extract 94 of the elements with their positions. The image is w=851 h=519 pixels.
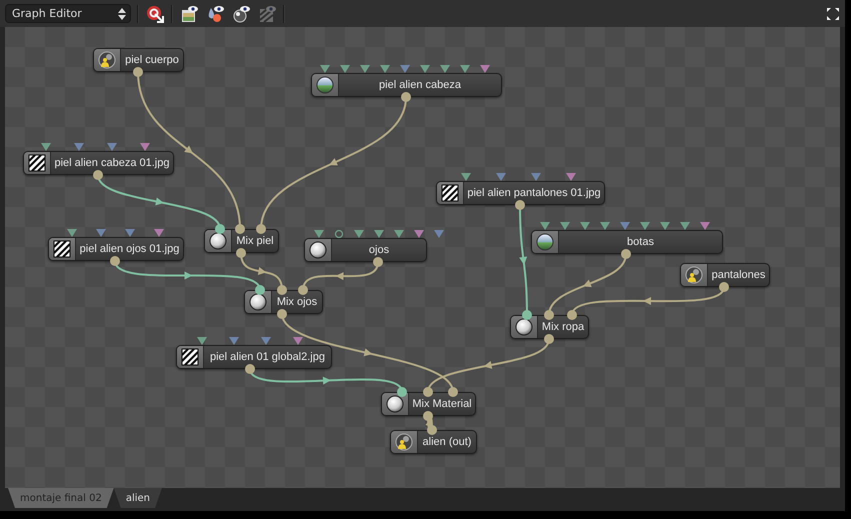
input-socket[interactable] [423, 387, 433, 397]
socket-triangle-icon [461, 173, 471, 181]
up-down-arrows-icon [118, 8, 126, 20]
graph-node[interactable]: Mix Material [381, 392, 476, 416]
toolbar-button[interactable] [231, 4, 251, 24]
node-label: piel alien 01 global2.jpg [209, 350, 326, 365]
output-socket[interactable] [133, 67, 143, 77]
output-socket[interactable] [515, 200, 525, 210]
sphere-icon [515, 318, 533, 336]
striped-square-icon [181, 348, 199, 366]
sphere-icon [209, 232, 227, 250]
node-label: piel cuerpo [124, 53, 180, 68]
striped-square-eye-icon [258, 4, 276, 22]
socket-triangle-icon [229, 337, 239, 345]
socket-triangle-icon [531, 173, 541, 181]
node-label: piel alien cabeza 01.jpg [54, 156, 170, 171]
sphere-icon [249, 293, 267, 311]
output-socket[interactable] [245, 364, 255, 374]
drops-eye-icon [206, 4, 224, 22]
output-socket[interactable] [401, 92, 411, 102]
graph-node[interactable]: piel alien pantalones 01.jpg [436, 181, 605, 205]
graph-node[interactable]: piel alien 01 global2.jpg [176, 345, 332, 369]
socket-triangle-icon [140, 143, 150, 151]
input-socket[interactable] [544, 310, 554, 320]
node-label: piel alien ojos 01.jpg [78, 242, 180, 257]
input-socket[interactable] [256, 224, 266, 234]
input-socket[interactable] [397, 387, 407, 397]
output-socket[interactable] [236, 248, 246, 258]
input-socket[interactable] [277, 285, 287, 295]
node-label: piel alien pantalones 01.jpg [466, 186, 602, 201]
output-socket[interactable] [277, 309, 287, 319]
graph-node[interactable]: ojos [304, 238, 427, 262]
input-socket[interactable] [255, 285, 265, 295]
socket-triangle-icon [67, 229, 77, 237]
graph-node[interactable]: piel alien cabeza [311, 73, 502, 97]
toolbar-button[interactable] [145, 4, 165, 24]
output-socket[interactable] [544, 334, 554, 344]
landscape-sphere-icon [316, 76, 334, 94]
editor-dropdown[interactable]: Graph Editor [5, 4, 131, 23]
input-socket[interactable] [427, 425, 437, 435]
input-socket[interactable] [567, 310, 577, 320]
socket-triangle-icon [566, 173, 576, 181]
input-socket[interactable] [448, 387, 458, 397]
node-label: Mix piel [235, 234, 275, 249]
node-label: ojos [368, 243, 390, 258]
node-label: Mix Material [411, 397, 473, 412]
user-icon [98, 51, 116, 69]
socket-triangle-icon [107, 143, 117, 151]
socket-triangle-icon [197, 337, 207, 345]
graph-node[interactable]: botas [531, 230, 723, 254]
toolbar-button[interactable] [179, 4, 199, 24]
empty-socket-icon [334, 230, 344, 238]
socket-triangle-icon [314, 230, 324, 238]
graph-node[interactable]: piel cuerpo [93, 48, 184, 72]
input-socket[interactable] [298, 285, 308, 295]
sphere-eye-icon [232, 4, 250, 22]
socket-triangle-icon [154, 229, 164, 237]
socket-triangle-icon [41, 143, 51, 151]
socket-triangle-icon [261, 337, 271, 345]
graph-node[interactable]: Mix ropa [510, 315, 589, 339]
socket-triangle-icon [96, 229, 106, 237]
graph-node[interactable]: Mix piel [204, 229, 279, 253]
node-label: pantalones [710, 268, 766, 283]
user-icon [685, 266, 703, 284]
socket-triangle-icon [496, 173, 506, 181]
picture-eye-icon [180, 4, 198, 22]
graph-node[interactable]: alien (out) [390, 430, 477, 454]
user-icon [395, 433, 413, 451]
striped-square-icon [53, 240, 71, 258]
node-label: piel alien cabeza [378, 78, 462, 93]
output-socket[interactable] [621, 249, 631, 259]
graph-node[interactable]: piel alien ojos 01.jpg [48, 237, 184, 261]
graph-node[interactable]: piel alien cabeza 01.jpg [23, 151, 174, 175]
socket-triangle-icon [293, 337, 303, 345]
node-label: Mix ropa [540, 320, 586, 335]
sphere-icon [309, 241, 327, 259]
input-socket[interactable] [522, 310, 532, 320]
sphere-icon [386, 395, 404, 413]
socket-triangle-icon [125, 229, 135, 237]
output-socket[interactable] [373, 257, 383, 267]
landscape-sphere-icon [536, 233, 554, 251]
striped-square-icon [28, 154, 46, 172]
output-socket[interactable] [110, 256, 120, 266]
tab[interactable]: alien [114, 488, 162, 508]
output-socket[interactable] [93, 170, 103, 180]
striped-square-icon [441, 184, 459, 202]
graph-node[interactable]: pantalones [680, 263, 770, 287]
socket-triangle-icon [74, 143, 84, 151]
node-label: Mix ojos [276, 295, 318, 310]
node-label: alien (out) [422, 435, 472, 450]
node-label: botas [626, 235, 655, 250]
output-socket[interactable] [719, 282, 729, 292]
graph-node[interactable]: Mix ojos [244, 290, 323, 314]
fullscreen-icon[interactable] [826, 6, 840, 20]
